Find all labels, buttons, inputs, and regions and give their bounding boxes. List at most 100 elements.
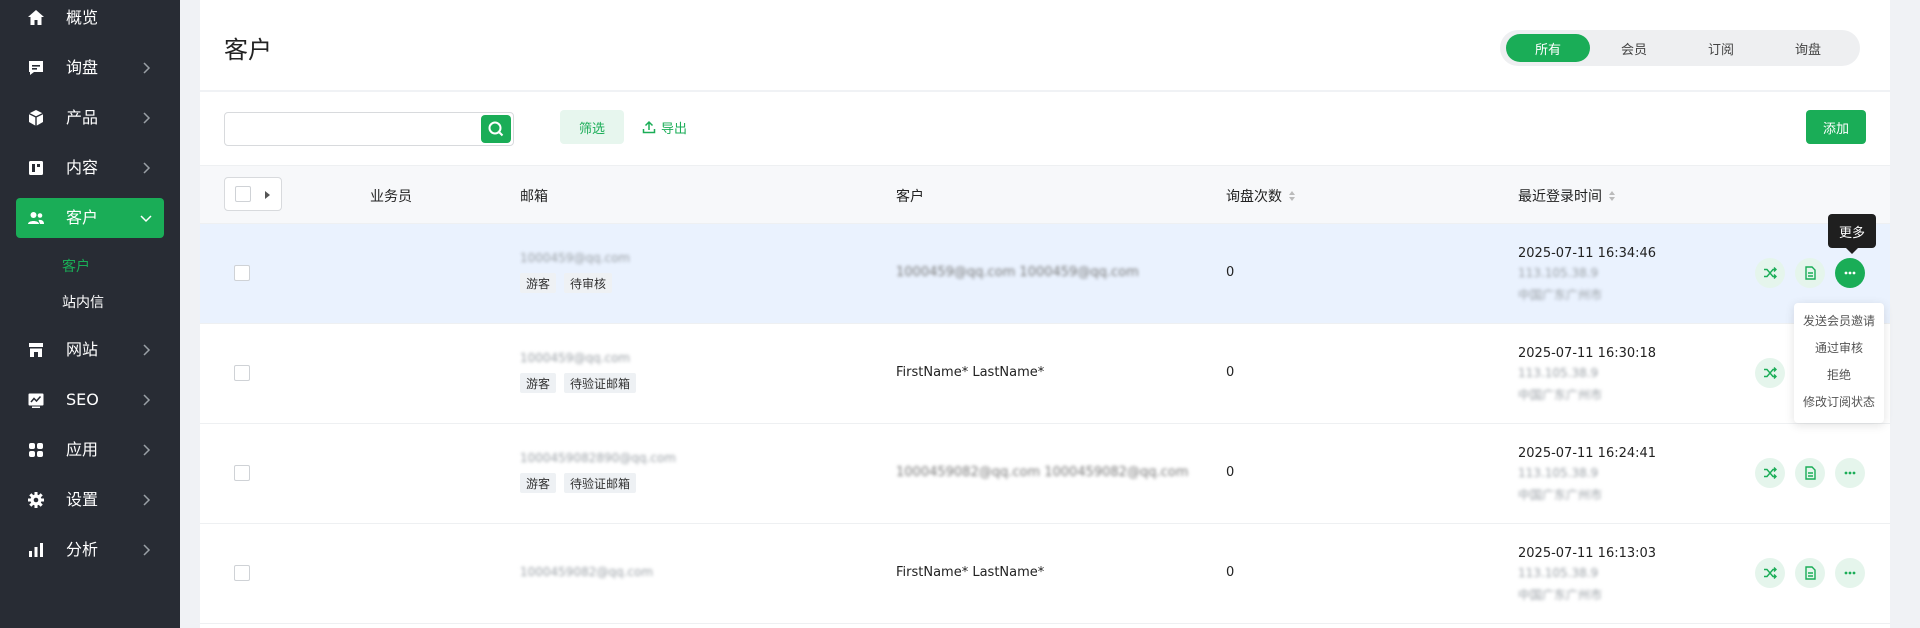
- details-button[interactable]: [1795, 258, 1825, 288]
- export-button[interactable]: 导出: [642, 110, 687, 144]
- chevron-down-icon: [140, 215, 152, 223]
- document-icon: [1805, 466, 1816, 480]
- customer-type-tabs: 所有 会员 订阅 询盘: [1500, 30, 1860, 66]
- row-checkbox[interactable]: [234, 365, 250, 381]
- sidebar-item-seo[interactable]: SEO: [16, 380, 164, 420]
- sidebar-item-label: 产品: [66, 108, 99, 127]
- tag-pending-email-verification: 待验证邮箱: [564, 373, 637, 393]
- row-email: 1000459082@qq.com: [520, 565, 654, 579]
- chevron-right-icon: [143, 162, 151, 174]
- tag-visitor: 游客: [520, 273, 557, 293]
- sidebar: 概览 询盘 产品 内容 客户 客户 站内信 网站 SEO 应用 设置 分析: [0, 0, 180, 628]
- row-inquiry-count: 0: [1226, 265, 1235, 280]
- tab-subscriptions[interactable]: 订阅: [1679, 34, 1763, 62]
- row-checkbox[interactable]: [234, 465, 250, 481]
- table-row[interactable]: 1000459082@qq.com FirstName* LastName* 0…: [200, 524, 1890, 624]
- sidebar-item-products[interactable]: 产品: [16, 98, 164, 138]
- select-all-checkbox[interactable]: [235, 186, 251, 202]
- sidebar-item-label: 分析: [66, 540, 99, 559]
- menu-item-reject[interactable]: 拒绝: [1794, 365, 1884, 392]
- sidebar-subitem-messages[interactable]: 站内信: [62, 292, 104, 312]
- more-button[interactable]: [1835, 258, 1865, 288]
- row-ip: 113.105.38.9: [1518, 266, 1599, 280]
- sidebar-item-label: 网站: [66, 340, 99, 359]
- row-customer: FirstName* LastName*: [896, 365, 1045, 380]
- column-header-customer: 客户: [896, 189, 924, 205]
- row-customer: 1000459082@qq.com 1000459082@qq.com: [896, 465, 1189, 480]
- row-ip: 113.105.38.9: [1518, 366, 1599, 380]
- sidebar-item-settings[interactable]: 设置: [16, 480, 164, 520]
- tag-pending-email-verification: 待验证邮箱: [564, 473, 637, 493]
- tab-all[interactable]: 所有: [1506, 34, 1590, 62]
- row-tags: 游客 待审核: [520, 273, 613, 293]
- assign-button[interactable]: [1755, 558, 1785, 588]
- caret-right-icon: [265, 191, 270, 199]
- more-icon: [1844, 471, 1856, 475]
- more-button[interactable]: [1835, 458, 1865, 488]
- column-header-last-login[interactable]: 最近登录时间: [1518, 186, 1616, 206]
- sort-icon: [1289, 191, 1295, 201]
- row-checkbox[interactable]: [234, 565, 250, 581]
- document-icon: [1805, 566, 1816, 580]
- table-row[interactable]: 1000459082890@qq.com 游客 待验证邮箱 1000459082…: [200, 424, 1890, 524]
- menu-item-send-member-invite[interactable]: 发送会员邀请: [1794, 311, 1884, 338]
- column-header-label: 最近登录时间: [1518, 189, 1602, 205]
- chevron-right-icon: [143, 544, 151, 556]
- assign-button[interactable]: [1755, 458, 1785, 488]
- column-header-inquiry-count[interactable]: 询盘次数: [1226, 186, 1296, 206]
- chevron-right-icon: [143, 394, 151, 406]
- sidebar-item-label: 询盘: [66, 58, 99, 77]
- row-checkbox[interactable]: [234, 265, 250, 281]
- sidebar-item-overview[interactable]: 概览: [16, 0, 164, 38]
- row-location: 中国广东广州市: [1518, 388, 1603, 402]
- search-input[interactable]: [225, 113, 475, 145]
- tag-visitor: 游客: [520, 373, 557, 393]
- table-header: 业务员 邮箱 客户 询盘次数 最近登录时间: [200, 165, 1890, 224]
- row-inquiry-count: 0: [1226, 365, 1235, 380]
- store-icon: [29, 343, 43, 357]
- details-button[interactable]: [1795, 558, 1825, 588]
- tab-members[interactable]: 会员: [1592, 34, 1676, 62]
- document-icon: [1805, 266, 1816, 280]
- menu-item-approve[interactable]: 通过审核: [1794, 338, 1884, 365]
- cube-icon: [28, 110, 44, 126]
- row-tags: 游客 待验证邮箱: [520, 473, 637, 493]
- tab-inquiries[interactable]: 询盘: [1766, 34, 1850, 62]
- row-customer: FirstName* LastName*: [896, 565, 1045, 580]
- column-header-salesperson: 业务员: [370, 189, 412, 205]
- sidebar-item-label: 概览: [66, 8, 99, 27]
- sidebar-item-apps[interactable]: 应用: [16, 430, 164, 470]
- search-button[interactable]: [481, 115, 511, 143]
- sidebar-item-website[interactable]: 网站: [16, 330, 164, 370]
- shuffle-icon: [1764, 467, 1777, 479]
- row-inquiry-count: 0: [1226, 465, 1235, 480]
- sidebar-item-content[interactable]: 内容: [16, 148, 164, 188]
- filter-button[interactable]: 筛选: [560, 110, 624, 144]
- apps-icon: [29, 443, 43, 457]
- sidebar-item-customers[interactable]: 客户: [16, 198, 164, 238]
- bulk-select[interactable]: [224, 177, 282, 211]
- table-row[interactable]: 1000459@qq.com 游客 待审核 1000459@qq.com 100…: [200, 224, 1890, 324]
- tag-pending-review: 待审核: [564, 273, 613, 293]
- message-icon: [29, 61, 43, 75]
- table-row[interactable]: 1000459@qq.com 游客 待验证邮箱 FirstName* LastN…: [200, 324, 1890, 424]
- assign-button[interactable]: [1755, 258, 1785, 288]
- sidebar-subitem-customers[interactable]: 客户: [62, 256, 90, 276]
- row-email: 1000459@qq.com: [520, 251, 631, 265]
- sidebar-item-analytics[interactable]: 分析: [16, 530, 164, 570]
- bar-chart-icon: [29, 543, 43, 557]
- home-icon: [28, 10, 44, 25]
- more-button[interactable]: [1835, 558, 1865, 588]
- menu-item-change-subscription[interactable]: 修改订阅状态: [1794, 392, 1884, 419]
- page-header: 客户 所有 会员 订阅 询盘: [200, 0, 1890, 90]
- chevron-right-icon: [143, 494, 151, 506]
- add-customer-button[interactable]: 添加: [1806, 110, 1866, 144]
- details-button[interactable]: [1795, 458, 1825, 488]
- more-icon: [1844, 571, 1856, 575]
- chevron-right-icon: [143, 444, 151, 456]
- assign-button[interactable]: [1755, 358, 1785, 388]
- search-box: [224, 112, 514, 146]
- more-icon: [1844, 271, 1856, 275]
- row-email: 1000459082890@qq.com: [520, 451, 676, 465]
- sidebar-item-inquiry[interactable]: 询盘: [16, 48, 164, 88]
